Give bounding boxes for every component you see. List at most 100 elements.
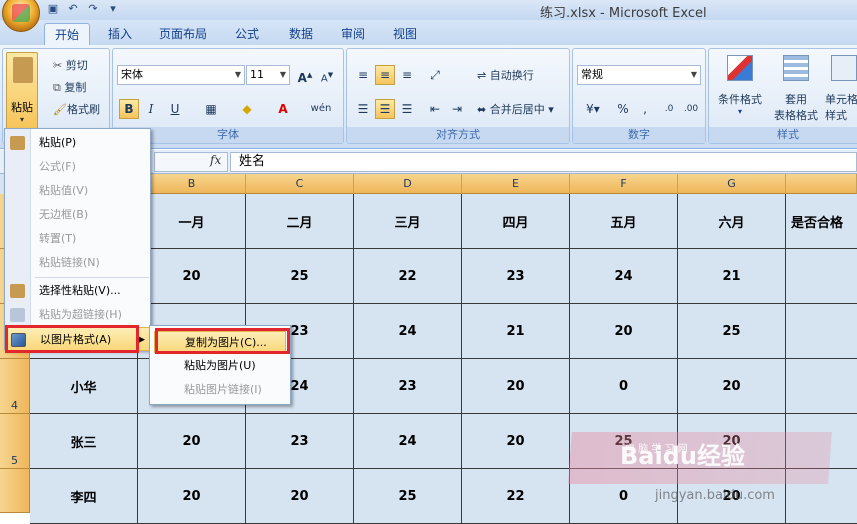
- number-format-select[interactable]: 常规 ▼: [577, 65, 701, 85]
- undo-icon[interactable]: ↶: [66, 2, 80, 16]
- align-middle-icon[interactable]: ≡: [375, 65, 395, 85]
- menu-item-paste-special[interactable]: 选择性粘贴(V)...: [5, 279, 150, 303]
- cell-header[interactable]: 一月: [138, 194, 246, 249]
- menu-item-paste-picture-link[interactable]: 粘贴图片链接(I): [154, 379, 286, 401]
- tab-insert[interactable]: 插入: [100, 23, 140, 46]
- tab-data[interactable]: 数据: [278, 23, 324, 46]
- increase-decimal-icon[interactable]: .0: [659, 99, 679, 119]
- cell-name[interactable]: 张三: [30, 414, 138, 469]
- cell-name[interactable]: 小华: [30, 359, 138, 414]
- grow-font-icon[interactable]: A▲: [295, 65, 315, 85]
- menu-item-paste-link[interactable]: 粘贴链接(N): [5, 251, 150, 275]
- cell-header[interactable]: 是否合格: [786, 194, 857, 249]
- save-icon[interactable]: ▣: [46, 2, 60, 16]
- row-header[interactable]: [0, 469, 30, 513]
- cut-button[interactable]: ✂ 剪切: [53, 57, 88, 73]
- formula-input[interactable]: 姓名: [230, 152, 857, 172]
- decrease-decimal-icon[interactable]: .00: [681, 99, 701, 119]
- decrease-indent-icon[interactable]: ⇤: [425, 99, 445, 119]
- underline-button[interactable]: U: [165, 99, 185, 119]
- cell-value[interactable]: 25: [246, 249, 354, 304]
- column-header-b[interactable]: B: [138, 174, 246, 194]
- redo-icon[interactable]: ↷: [86, 2, 100, 16]
- cell-header[interactable]: 四月: [462, 194, 570, 249]
- cell-value[interactable]: 24: [354, 414, 462, 469]
- cell-value[interactable]: 24: [570, 249, 678, 304]
- format-painter-button[interactable]: 🖌格式刷: [53, 101, 100, 117]
- comma-button[interactable]: ,: [635, 99, 655, 119]
- row-header[interactable]: 4: [0, 359, 30, 414]
- tab-page-layout[interactable]: 页面布局: [150, 23, 216, 46]
- tab-formulas[interactable]: 公式: [224, 23, 270, 46]
- column-header-c[interactable]: C: [246, 174, 354, 194]
- column-header-d[interactable]: D: [354, 174, 462, 194]
- cell-value[interactable]: 22: [462, 469, 570, 524]
- shrink-font-icon[interactable]: A▼: [317, 65, 337, 85]
- cell-header[interactable]: 六月: [678, 194, 786, 249]
- align-bottom-icon[interactable]: ≡: [397, 65, 417, 85]
- cell-value[interactable]: 24: [354, 304, 462, 359]
- italic-button[interactable]: I: [141, 99, 161, 119]
- cell-value[interactable]: 25: [354, 469, 462, 524]
- tab-home[interactable]: 开始: [44, 23, 90, 46]
- align-right-icon[interactable]: ☰: [397, 99, 417, 119]
- cell-value[interactable]: [786, 359, 857, 414]
- row-header[interactable]: 5: [0, 414, 30, 469]
- column-header-h[interactable]: [786, 174, 857, 194]
- cell-value[interactable]: 23: [354, 359, 462, 414]
- tab-view[interactable]: 视图: [382, 23, 428, 46]
- cell-header[interactable]: 五月: [570, 194, 678, 249]
- align-center-icon[interactable]: ☰: [375, 99, 395, 119]
- copy-button[interactable]: ⧉ 复制: [53, 79, 86, 95]
- menu-item-paste-as-picture[interactable]: 粘贴为图片(U): [154, 355, 286, 377]
- conditional-format-button[interactable]: 条件格式 ▾: [715, 51, 765, 127]
- phonetic-icon[interactable]: wén: [307, 99, 335, 119]
- cell-value[interactable]: 20: [462, 359, 570, 414]
- cell-value[interactable]: [786, 304, 857, 359]
- bold-button[interactable]: B: [119, 99, 139, 119]
- cell-header[interactable]: 三月: [354, 194, 462, 249]
- cell-value[interactable]: 23: [246, 414, 354, 469]
- menu-item-as-picture[interactable]: 以图片格式(A) ▶: [5, 327, 150, 351]
- align-left-icon[interactable]: ☰: [353, 99, 373, 119]
- cell-header[interactable]: 二月: [246, 194, 354, 249]
- menu-item-copy-as-picture[interactable]: 复制为图片(C)...: [154, 331, 286, 353]
- insert-function-icon[interactable]: fx: [210, 153, 221, 167]
- cell-value[interactable]: 21: [678, 249, 786, 304]
- font-size-select[interactable]: 11 ▼: [246, 65, 290, 85]
- increase-indent-icon[interactable]: ⇥: [447, 99, 467, 119]
- font-color-icon[interactable]: A: [273, 99, 293, 119]
- merge-center-button[interactable]: ⬌ 合并后居中 ▾: [477, 101, 554, 117]
- cell-value[interactable]: [786, 249, 857, 304]
- cell-value[interactable]: 20: [570, 304, 678, 359]
- align-top-icon[interactable]: ≡: [353, 65, 373, 85]
- column-header-f[interactable]: F: [570, 174, 678, 194]
- menu-item-paste-hyperlink[interactable]: 粘贴为超链接(H): [5, 303, 150, 327]
- wrap-text-button[interactable]: ⇌ 自动换行: [477, 67, 534, 83]
- menu-item-formulas[interactable]: 公式(F): [5, 155, 150, 179]
- menu-item-transpose[interactable]: 转置(T): [5, 227, 150, 251]
- orientation-icon[interactable]: ⤢: [425, 65, 445, 85]
- customize-qat-icon[interactable]: ▾: [106, 2, 120, 16]
- cell-value[interactable]: 22: [354, 249, 462, 304]
- column-header-e[interactable]: E: [462, 174, 570, 194]
- cell-name[interactable]: 李四: [30, 469, 138, 524]
- column-header-g[interactable]: G: [678, 174, 786, 194]
- currency-icon[interactable]: ¥▾: [579, 99, 607, 119]
- cell-value[interactable]: 23: [462, 249, 570, 304]
- borders-icon[interactable]: ▦: [201, 99, 221, 119]
- paste-button[interactable]: 粘贴 ▾: [6, 52, 38, 130]
- format-as-table-button[interactable]: 套用 表格格式: [771, 51, 821, 127]
- font-name-select[interactable]: 宋体 ▼: [117, 65, 245, 85]
- cell-value[interactable]: 21: [462, 304, 570, 359]
- cell-value[interactable]: 25: [678, 304, 786, 359]
- menu-item-paste[interactable]: 粘贴(P): [5, 131, 150, 155]
- cell-value[interactable]: 0: [570, 359, 678, 414]
- cell-value[interactable]: 20: [678, 359, 786, 414]
- tab-review[interactable]: 审阅: [330, 23, 376, 46]
- cell-value[interactable]: 20: [138, 469, 246, 524]
- menu-item-no-borders[interactable]: 无边框(B): [5, 203, 150, 227]
- cell-value[interactable]: 20: [138, 414, 246, 469]
- percent-button[interactable]: %: [613, 99, 633, 119]
- fill-color-icon[interactable]: ◆: [237, 99, 257, 119]
